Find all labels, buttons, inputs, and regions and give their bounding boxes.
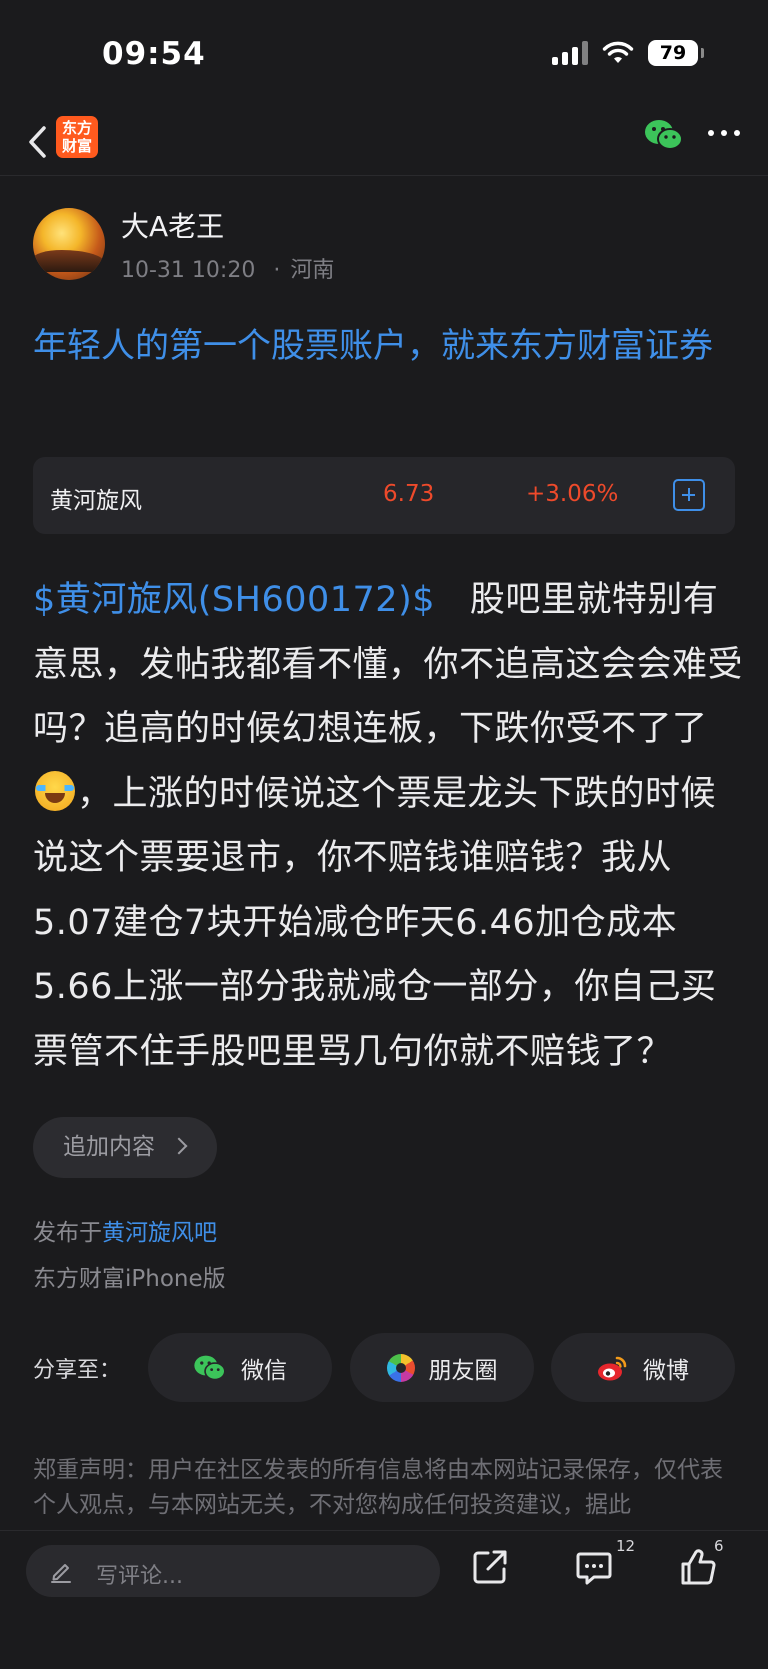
weibo-icon [598, 1356, 627, 1380]
add-content-label: 追加内容 [63, 1134, 155, 1160]
post-datetime: 10-31 10:20 [121, 258, 256, 283]
stock-tag-link[interactable]: $黄河旋风(SH600172)$ [33, 580, 435, 620]
pen-icon [51, 1564, 71, 1583]
bottom-action-bar: 写评论... 12 6 [0, 1530, 768, 1669]
share-moments-label: 朋友圈 [428, 1357, 498, 1384]
wechat-icon [194, 1355, 226, 1380]
post-location: 河南 [290, 258, 335, 283]
author-name[interactable]: 大A老王 [121, 205, 224, 245]
stock-name: 黄河旋风 [50, 488, 142, 514]
share-moments-button[interactable]: 朋友圈 [350, 1333, 534, 1402]
cellular-signal-icon [552, 41, 588, 65]
tears-of-joy-emoji-icon [35, 770, 75, 811]
comment-icon[interactable] [574, 1547, 614, 1587]
stock-price: 6.73 [383, 481, 435, 507]
more-options-icon[interactable] [708, 128, 740, 138]
comment-input[interactable]: 写评论... [26, 1545, 440, 1597]
post-body-text-2: ，上涨的时候说这个票是龙头下跌的时候说这个票要退市，你不赔钱谁赔钱？我从5.07… [33, 773, 717, 1072]
like-count: 6 [714, 1537, 724, 1555]
back-arrow-icon[interactable] [22, 120, 56, 164]
published-prefix: 发布于 [33, 1220, 102, 1246]
stock-card[interactable]: 黄河旋风 6.73 +3.06% [33, 457, 735, 534]
wifi-icon [602, 41, 634, 63]
post-platform: 东方财富iPhone版 [33, 1266, 226, 1292]
share-weibo-button[interactable]: 微博 [551, 1333, 735, 1402]
add-content-button[interactable]: 追加内容 [33, 1117, 217, 1178]
share-wechat-label: 微信 [241, 1357, 287, 1384]
status-bar: 09:54 79 [0, 0, 768, 110]
share-wechat-button[interactable]: 微信 [148, 1333, 332, 1402]
nav-bar: 东方 财富 [0, 110, 768, 176]
battery-icon: 79 [648, 40, 704, 66]
share-label: 分享至： [33, 1358, 122, 1383]
moments-icon [386, 1353, 415, 1382]
author-avatar[interactable] [33, 208, 105, 280]
published-in: 发布于黄河旋风吧 [33, 1213, 217, 1247]
chevron-right-icon [170, 1137, 188, 1155]
disclaimer: 郑重声明：用户在社区发表的所有信息将由本网站记录保存，仅代表个人观点，与本网站无… [33, 1457, 723, 1518]
share-out-icon[interactable] [470, 1547, 510, 1587]
comment-placeholder: 写评论... [96, 1564, 183, 1589]
post-body: $黄河旋风(SH600172)$ 股吧里就特别有意思，发帖我都看不懂，你不追高这… [33, 568, 745, 1084]
share-weibo-label: 微博 [643, 1357, 689, 1384]
thumbs-up-icon[interactable] [678, 1547, 718, 1587]
post-title[interactable]: 年轻人的第一个股票账户，就来东方财富证券 [33, 320, 743, 372]
post-meta: 10-31 10:20 · 河南 [121, 252, 334, 284]
eastmoney-logo[interactable]: 东方 财富 [56, 116, 98, 158]
forum-link[interactable]: 黄河旋风吧 [102, 1220, 217, 1246]
meta-separator: · [273, 258, 281, 283]
status-icons: 79 [552, 40, 704, 66]
add-to-watchlist-icon[interactable] [673, 479, 705, 511]
comment-count: 12 [616, 1537, 636, 1555]
wechat-share-icon[interactable] [644, 118, 684, 152]
stock-change: +3.06% [526, 481, 619, 507]
status-time: 09:54 [102, 36, 206, 72]
